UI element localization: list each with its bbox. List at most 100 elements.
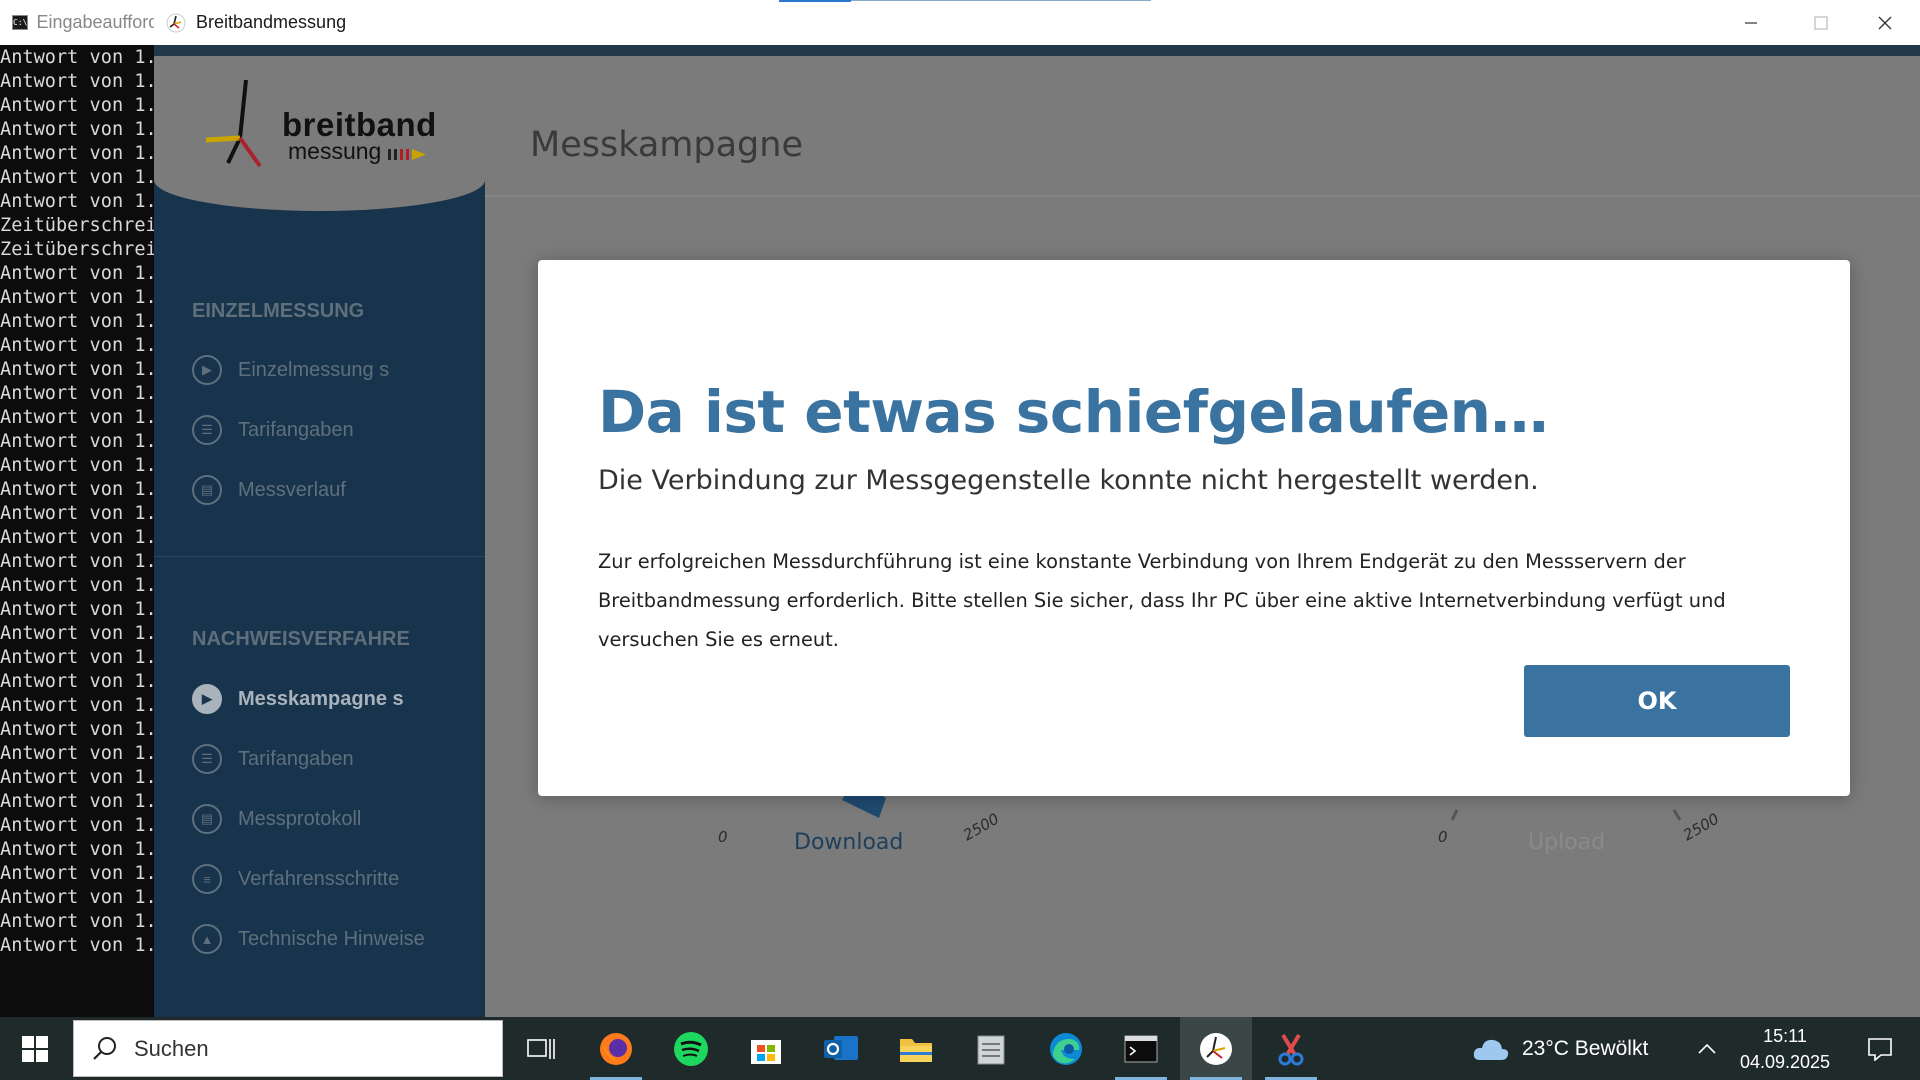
sidebar-item-label: Messverlauf <box>238 478 346 501</box>
windows-logo-icon <box>22 1035 48 1062</box>
taskbar-outlook[interactable] <box>805 1017 877 1080</box>
breitbandmessung-app-icon <box>166 13 186 32</box>
console-line: Antwort von 1. <box>0 935 157 956</box>
sidebar-section-nachweisverfahren: NACHWEISVERFAHRE <box>192 628 410 650</box>
error-dialog: Da ist etwas schiefgelaufen… Die Verbind… <box>538 260 1850 796</box>
breitbandmessung-icon <box>1200 1032 1232 1065</box>
taskbar-edge[interactable] <box>1030 1017 1102 1080</box>
outlook-icon <box>824 1035 858 1060</box>
console-line: Antwort von 1. <box>0 95 157 116</box>
logo-area: breitband messung <box>154 56 485 211</box>
maximize-icon <box>1814 15 1828 30</box>
weather-text: 23°C Bewölkt <box>1522 1036 1649 1060</box>
console-line: Antwort von 1. <box>0 119 157 140</box>
console-title: Eingabeaufforderung <box>36 12 160 32</box>
logo-line-2: messung <box>288 138 437 165</box>
upload-tick-0: 0 <box>1438 828 1448 846</box>
snipping-tool-icon <box>1278 1033 1304 1065</box>
sidebar-item-messverlauf[interactable]: ▤ Messverlauf <box>192 472 346 508</box>
sidebar-item-label: Verfahrensschritte <box>238 867 400 890</box>
clock-time: 15:11 <box>1763 1026 1807 1046</box>
taskbar-file-manager[interactable] <box>955 1017 1027 1080</box>
sidebar-item-verfahrensschritte[interactable]: ≡ Verfahrensschritte <box>192 861 399 897</box>
sidebar-item-messprotokoll[interactable]: ▤ Messprotokoll <box>192 801 361 837</box>
taskbar-search-box[interactable]: Suchen <box>73 1020 503 1077</box>
titlebar-accent-line-secondary <box>851 0 1151 1</box>
console-line: Antwort von 1. <box>0 71 157 92</box>
console-line: Antwort von 1. <box>0 575 157 596</box>
minimize-icon <box>1745 21 1757 24</box>
taskbar-breitbandmessung[interactable] <box>1180 1017 1252 1080</box>
taskbar-command-prompt[interactable] <box>1105 1017 1177 1080</box>
edge-icon <box>1050 1032 1082 1065</box>
sidebar-section-einzelmessung: EINZELMESSUNG <box>192 300 365 322</box>
user-info-icon: ☰ <box>192 744 222 774</box>
logo-bars-icon <box>387 148 426 160</box>
download-label: Download <box>794 830 904 855</box>
console-line: Antwort von 1. <box>0 839 157 860</box>
console-line: Antwort von 1. <box>0 695 157 716</box>
console-line: Antwort von 1. <box>0 359 157 380</box>
console-line: Antwort von 1. <box>0 311 157 332</box>
ok-button[interactable]: OK <box>1524 665 1790 737</box>
console-line: Antwort von 1. <box>0 479 157 500</box>
page-title: Messkampagne <box>530 125 803 165</box>
close-button[interactable] <box>1850 0 1920 45</box>
logo-line-2-text: messung <box>288 138 382 164</box>
taskbar-spotify[interactable] <box>655 1017 727 1080</box>
console-line: Antwort von 1. <box>0 527 157 548</box>
taskbar-microsoft-store[interactable] <box>730 1017 802 1080</box>
sidebar-item-technische-hinweise[interactable]: ▲ Technische Hinweise <box>192 921 425 957</box>
terminal-icon <box>1124 1035 1158 1062</box>
firefox-icon <box>600 1032 632 1065</box>
console-line: Antwort von 1. <box>0 143 157 164</box>
console-line: Antwort von 1. <box>0 407 157 428</box>
taskbar-firefox[interactable] <box>580 1017 652 1080</box>
upload-label: Upload <box>1528 830 1606 855</box>
console-line: Antwort von 1. <box>0 167 157 188</box>
sidebar-item-messkampagne-starten[interactable]: ▶ Messkampagne s <box>192 681 404 717</box>
window-title: Breitbandmessung <box>196 12 347 32</box>
download-tick-0: 0 <box>718 828 728 846</box>
chevron-up-icon <box>1698 1043 1716 1054</box>
weather-widget[interactable]: 23°C Bewölkt <box>1472 1017 1648 1080</box>
sidebar-item-einzelmessung-starten[interactable]: ▶ Einzelmessung s <box>192 352 389 388</box>
microsoft-store-icon <box>751 1039 781 1064</box>
notification-center-button[interactable] <box>1855 1017 1905 1080</box>
console-line: Antwort von 1. <box>0 815 157 836</box>
console-line: Antwort von 1. <box>0 863 157 884</box>
sidebar: breitband messung EINZELMESSUNG ▶ Einzel… <box>154 56 485 1017</box>
console-line: Zeitüberschrei <box>0 239 157 260</box>
app-header-strip <box>154 45 1920 56</box>
show-hidden-icons-button[interactable] <box>1692 1017 1722 1080</box>
console-line: Antwort von 1. <box>0 623 157 644</box>
taskbar-snipping-tool[interactable] <box>1255 1017 1327 1080</box>
list-icon: ≡ <box>192 864 222 894</box>
console-titlebar[interactable]: C:\ Eingabeaufforderung <box>0 0 160 45</box>
sidebar-divider <box>154 556 485 557</box>
console-line: Antwort von 1. <box>0 791 157 812</box>
console-line: Antwort von 1. <box>0 671 157 692</box>
taskbar-file-explorer[interactable] <box>880 1017 952 1080</box>
search-placeholder: Suchen <box>134 1035 209 1061</box>
console-line: Antwort von 1. <box>0 743 157 764</box>
dialog-subtitle: Die Verbindung zur Messgegenstelle konnt… <box>598 465 1539 496</box>
console-window[interactable]: C:\ Eingabeaufforderung Antwort von 1. An… <box>0 0 160 1017</box>
play-icon: ▶ <box>192 684 222 714</box>
dialog-title: Da ist etwas schiefgelaufen… <box>598 378 1548 446</box>
dialog-message: Zur erfolgreichen Messdurchführung ist e… <box>598 550 1726 651</box>
maximize-button[interactable] <box>1786 0 1856 45</box>
sidebar-item-label: Tarifangaben <box>238 747 354 770</box>
console-line: Antwort von 1. <box>0 455 157 476</box>
console-line: Antwort von 1. <box>0 431 157 452</box>
clipboard-icon: ▤ <box>192 804 222 834</box>
minimize-button[interactable] <box>1716 0 1786 45</box>
start-button[interactable] <box>0 1017 70 1080</box>
window-titlebar[interactable]: Breitbandmessung <box>154 0 1920 45</box>
sidebar-item-tarifangaben-1[interactable]: ☰ Tarifangaben <box>192 412 354 448</box>
folder-icon <box>900 1038 932 1062</box>
system-clock[interactable]: 15:11 04.09.2025 <box>1735 1023 1835 1075</box>
sidebar-item-tarifangaben-2[interactable]: ☰ Tarifangaben <box>192 741 354 777</box>
task-view-button[interactable] <box>505 1017 577 1080</box>
console-line: Antwort von 1. <box>0 263 157 284</box>
